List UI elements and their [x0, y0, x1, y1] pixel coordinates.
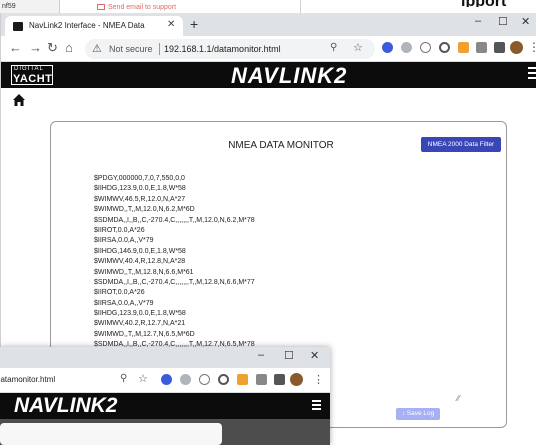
log-line: $WIMWD,,T,,M,12.0,N,6.2,M*6D	[94, 206, 195, 214]
log-line: $SDMDA,,I,,B,,C,-270.4,C,,,,,,,T,,M,12.8…	[94, 278, 255, 286]
log-line: $IIHDG,123.9,0.0,E,1.8,W*58	[94, 185, 186, 193]
back-arrow-icon[interactable]: ←	[9, 40, 22, 55]
second-page-body	[0, 419, 330, 445]
log-line: $WIMWD,,T,,M,12.8,N,6.6,M*61	[94, 268, 194, 276]
save-log-button[interactable]: ↓ Save Log	[396, 408, 440, 420]
nmea-log-textarea[interactable]: $PDGY,000000,7,0,7,550,0,0 $IIHDG,123.9,0…	[94, 175, 424, 352]
site-header: DIGITAL YACHT NAVLINK2	[1, 62, 536, 88]
site-favicon-icon	[13, 22, 23, 31]
second-profile-avatar[interactable]	[290, 373, 303, 386]
forward-arrow-icon[interactable]: →	[29, 40, 42, 55]
minimize-button[interactable]: –	[475, 15, 481, 27]
home-button-icon[interactable]: ⌂	[65, 40, 73, 55]
new-tab-button[interactable]: +	[190, 16, 198, 32]
address-separator	[159, 43, 160, 55]
background-right-text: ipport	[461, 0, 521, 7]
log-line: $IIHDG,123.9,0.0,E,1.8,W*58	[94, 310, 186, 318]
mail-icon	[97, 4, 105, 11]
home-icon[interactable]	[12, 93, 26, 107]
log-line: $IIROT,0.0,A*26	[94, 289, 145, 297]
second-site-header: NAVLINK2	[0, 393, 330, 419]
support-email-link[interactable]: Send email to support	[97, 4, 176, 11]
background-left-text: nf59	[2, 3, 16, 10]
bookmark-star-icon[interactable]: ☆	[353, 41, 363, 54]
second-minimize-button[interactable]: –	[258, 349, 264, 361]
not-secure-label: Not secure	[109, 44, 153, 54]
log-line: $IIRSA,0.0,A,,V*79	[94, 299, 154, 307]
log-line: $WIMWV,40.2,R,12.7,N,A*21	[94, 320, 186, 328]
browser-toolbar: ← → ↻ ⌂ ⚠ Not secure 192.168.1.1/datamon…	[1, 36, 536, 62]
warning-icon: ⚠	[92, 43, 102, 55]
second-menu-icon[interactable]: ⋮	[313, 373, 324, 386]
tab-title: NavLink2 Interface - NMEA Data	[29, 21, 145, 30]
log-line: $IIHDG,146.9,0.0,E,1.8,W*58	[94, 247, 186, 255]
second-navlink2-logo: NAVLINK2	[14, 394, 118, 417]
maximize-button[interactable]: ☐	[498, 15, 508, 28]
extension-icon[interactable]	[199, 374, 210, 385]
support-email-text: Send email to support	[108, 4, 177, 11]
address-bar[interactable]: ⚠ Not secure 192.168.1.1/datamonitor.htm…	[85, 39, 375, 59]
second-hamburger-icon[interactable]	[312, 400, 321, 412]
monitor-title: NMEA DATA MONITOR	[228, 140, 334, 151]
log-line: $WIMWD,,T,,M,12.7,N,6.5,M*6D	[94, 330, 195, 338]
second-close-button[interactable]: ✕	[310, 349, 319, 362]
zoom-icon[interactable]: ⚲	[330, 42, 337, 53]
browser-tab[interactable]: NavLink2 Interface - NMEA Data ✕	[5, 16, 183, 36]
extensions-puzzle-icon[interactable]	[494, 42, 505, 53]
tab-close-icon[interactable]: ✕	[167, 19, 175, 30]
log-line: $PDGY,000000,7,0,7,550,0,0	[94, 175, 185, 182]
second-card-edge	[0, 423, 222, 445]
extension-icon[interactable]	[237, 374, 248, 385]
extension-icon[interactable]	[161, 374, 172, 385]
profile-avatar[interactable]	[510, 41, 523, 54]
nmea2000-filter-button[interactable]: NMEA 2000 Data Filter	[421, 137, 501, 152]
log-line: $WIMWV,46.5,R,12.0,N,A*27	[94, 195, 186, 203]
extension-icon[interactable]	[180, 374, 191, 385]
extension-icon[interactable]	[458, 42, 469, 53]
extensions-puzzle-icon[interactable]	[274, 374, 285, 385]
digital-yacht-logo[interactable]: DIGITAL YACHT	[11, 65, 53, 85]
logo-line2: YACHT	[13, 73, 53, 85]
extension-icon[interactable]	[439, 42, 450, 53]
second-url-text[interactable]: datamonitor.html	[0, 375, 55, 384]
second-browser-window: – ☐ ✕ datamonitor.html ⚲ ☆ ⋮ NAVLINK2	[0, 347, 330, 445]
second-maximize-button[interactable]: ☐	[284, 349, 294, 362]
second-zoom-icon[interactable]: ⚲	[120, 373, 127, 384]
second-tab-bar: – ☐ ✕	[0, 347, 330, 368]
extension-icon[interactable]	[401, 42, 412, 53]
tab-bar: NavLink2 Interface - NMEA Data ✕ + – ☐ ✕	[1, 13, 536, 36]
second-star-icon[interactable]: ☆	[138, 372, 148, 385]
second-toolbar: datamonitor.html ⚲ ☆ ⋮	[0, 368, 330, 393]
hamburger-menu-icon[interactable]	[528, 67, 536, 82]
url-text: 192.168.1.1/datamonitor.html	[164, 44, 281, 54]
extension-icon[interactable]	[218, 374, 229, 385]
extension-icon[interactable]	[476, 42, 487, 53]
close-window-button[interactable]: ✕	[521, 15, 530, 28]
resize-handle-icon[interactable]: ⁄⁄	[457, 394, 460, 403]
browser-menu-icon[interactable]: ⋮	[528, 40, 536, 54]
log-line: $IIROT,0.0,A*26	[94, 226, 145, 234]
log-line: $IIRSA,0.0,A,,V*79	[94, 237, 154, 245]
log-line: $WIMWV,40.4,R,12.8,N,A*28	[94, 258, 186, 266]
extension-icon[interactable]	[382, 42, 393, 53]
extension-icon[interactable]	[256, 374, 267, 385]
reload-icon[interactable]: ↻	[47, 40, 58, 56]
logo-line1: DIGITAL	[14, 66, 44, 72]
extension-icon[interactable]	[420, 42, 431, 53]
navlink2-logo: NAVLINK2	[231, 63, 348, 88]
log-line: $SDMDA,,I,,B,,C,-270.4,C,,,,,,,T,,M,12.0…	[94, 216, 255, 224]
